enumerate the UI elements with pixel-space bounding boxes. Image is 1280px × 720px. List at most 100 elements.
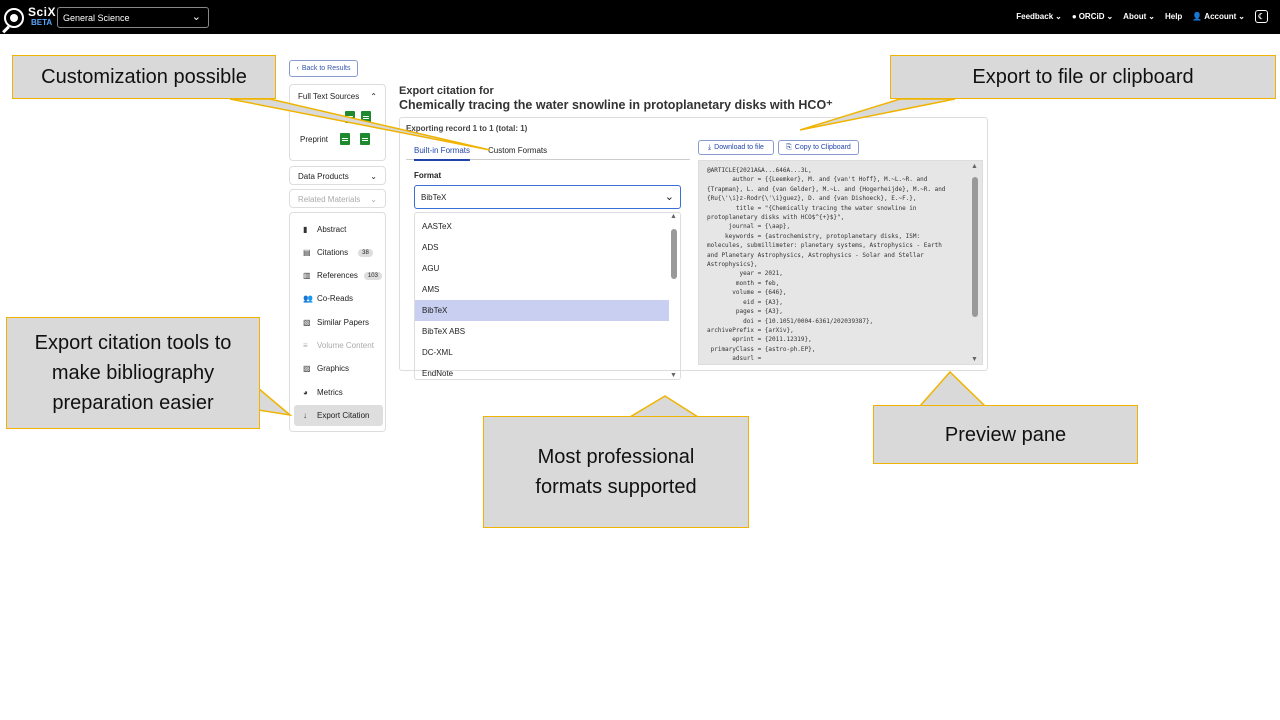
format-option[interactable]: AASTeX <box>415 216 669 237</box>
format-option[interactable]: EndNote <box>415 363 669 379</box>
back-to-results-button[interactable]: ‹ Back to Results <box>289 60 358 77</box>
copy-icon: ▧ <box>303 317 311 327</box>
format-select[interactable]: BibTeX ⌄ <box>414 185 681 209</box>
pdf-icon[interactable] <box>340 133 351 145</box>
callout-formats: Most professional formats supported <box>483 416 749 528</box>
format-list-scrollbar[interactable]: ▲ ▼ <box>670 213 678 379</box>
scroll-thumb[interactable] <box>972 177 978 317</box>
citations-icon: ▤ <box>303 247 311 257</box>
export-citation-heading: Export citation for <box>399 85 494 97</box>
related-materials-label: Related Materials <box>298 195 361 204</box>
citation-preview-pane[interactable]: @ARTICLE{2021A&A...646A...3L, author = {… <box>698 160 983 365</box>
callout-export-file: Export to file or clipboard <box>890 55 1276 99</box>
format-option[interactable]: DC-XML <box>415 342 669 363</box>
format-option-selected[interactable]: BibTeX <box>415 300 669 321</box>
format-option[interactable]: AGU <box>415 258 669 279</box>
html-icon[interactable] <box>361 111 371 123</box>
callout-preview: Preview pane <box>873 405 1138 464</box>
nav-export-citation[interactable]: ↓ Export Citation <box>294 405 383 426</box>
data-products-panel[interactable]: Data Products ⌄ <box>289 166 386 185</box>
callout-customization: Customization possible <box>12 55 276 99</box>
references-count: 103 <box>363 271 382 280</box>
preview-scrollbar[interactable]: ▲ ▼ <box>971 163 979 363</box>
references-icon: ▥ <box>303 270 311 280</box>
chevron-up-icon: ⌃ <box>370 92 377 101</box>
nav-label: Volume Content <box>317 341 374 350</box>
document-icon: ▮ <box>303 224 308 234</box>
nav-label: Graphics <box>317 364 350 373</box>
tab-built-in-formats[interactable]: Built-in Formats <box>414 146 471 161</box>
record-info: Exporting record 1 to 1 (total: 1) <box>406 124 528 133</box>
data-products-label: Data Products <box>298 172 349 181</box>
scix-logo[interactable]: SciX BETA <box>4 5 57 29</box>
about-label: About <box>1123 12 1147 21</box>
format-select-value: BibTeX <box>421 193 447 202</box>
account-menu[interactable]: 👤 Account ⌄ <box>1192 12 1245 21</box>
chevron-down-icon: ⌄ <box>370 195 377 204</box>
publisher-pdf-row <box>345 111 371 123</box>
nav-co-reads[interactable]: 👥 Co-Reads <box>294 288 383 309</box>
format-tabs: Built-in Formats Custom Formats <box>406 142 690 161</box>
nav-label: Similar Papers <box>317 318 370 327</box>
export-tools-pointer <box>257 386 293 417</box>
help-link[interactable]: Help <box>1165 12 1182 21</box>
format-option[interactable]: BibTeX ABS <box>415 321 669 342</box>
nav-label: Citations <box>317 248 349 257</box>
copy-to-clipboard-button[interactable]: ⎘ Copy to Clipboard <box>778 140 859 155</box>
nav-label: Abstract <box>317 225 347 234</box>
pdf-icon[interactable] <box>345 111 355 123</box>
chevron-down-icon: ⌄ <box>370 172 377 181</box>
nav-graphics[interactable]: ▨ Graphics <box>294 358 383 379</box>
chevron-left-icon: ‹ <box>296 65 299 72</box>
preview-pointer <box>918 370 987 407</box>
scroll-down-icon[interactable]: ▼ <box>971 356 978 363</box>
paper-title: Chemically tracing the water snowline in… <box>399 98 833 112</box>
nav-citations[interactable]: ▤ Citations 38 <box>294 242 383 263</box>
scroll-up-icon[interactable]: ▲ <box>670 213 677 220</box>
nav-label: Metrics <box>317 388 343 397</box>
tab-custom-formats[interactable]: Custom Formats <box>488 146 547 155</box>
account-label: Account <box>1204 12 1237 21</box>
download-icon: ⤓ <box>708 143 712 151</box>
nav-similar-papers[interactable]: ▧ Similar Papers <box>294 312 383 333</box>
citations-count: 38 <box>358 248 373 257</box>
nav-metrics[interactable]: ◕ Metrics <box>294 382 383 403</box>
download-to-file-button[interactable]: ⤓ Download to file <box>698 140 774 155</box>
html-icon[interactable] <box>360 133 371 145</box>
feedback-menu[interactable]: Feedback ⌄ <box>1016 12 1062 21</box>
discipline-value: General Science <box>63 13 130 23</box>
clipboard-icon: ⎘ <box>786 143 792 151</box>
theme-toggle-button[interactable]: ☾ <box>1255 10 1268 23</box>
discipline-select[interactable]: General Science ⌄ <box>57 7 209 28</box>
chevron-down-icon: ⌄ <box>1106 12 1114 21</box>
feedback-label: Feedback <box>1016 12 1054 21</box>
full-text-sources-header[interactable]: Full Text Sources ⌃ <box>290 85 385 108</box>
related-materials-panel: Related Materials ⌄ <box>289 189 386 208</box>
chevron-down-icon: ⌄ <box>191 11 201 23</box>
scroll-up-icon[interactable]: ▲ <box>971 163 978 170</box>
formats-pointer <box>627 395 701 418</box>
orcid-menu[interactable]: ● ORCiD ⌄ <box>1072 12 1113 21</box>
format-option[interactable]: AMS <box>415 279 669 300</box>
download-label: Download to file <box>714 144 764 151</box>
list-icon: ≡ <box>303 340 308 350</box>
format-option[interactable]: ADS <box>415 237 669 258</box>
arrow-down-icon: ↓ <box>303 410 307 420</box>
logo-text: SciX <box>28 5 57 19</box>
about-menu[interactable]: About ⌄ <box>1123 12 1155 21</box>
users-icon: 👥 <box>303 293 313 303</box>
orcid-label: ORCiD <box>1078 12 1105 21</box>
top-bar: SciX BETA General Science ⌄ Feedback ⌄ ● O… <box>0 0 1280 34</box>
full-text-sources-panel: Full Text Sources ⌃ Preprint <box>289 84 386 161</box>
nav-abstract[interactable]: ▮ Abstract <box>294 219 383 240</box>
logo-beta: BETA <box>31 18 53 27</box>
nav-references[interactable]: ▥ References 103 <box>294 265 383 286</box>
scroll-thumb[interactable] <box>671 229 677 279</box>
image-icon: ▨ <box>303 363 311 373</box>
abstract-nav: ▮ Abstract ▤ Citations 38 ▥ References 103 👥 C… <box>289 212 386 432</box>
help-label: Help <box>1164 12 1183 21</box>
chevron-down-icon: ⌄ <box>1148 12 1155 21</box>
chevron-down-icon: ⌄ <box>1238 12 1245 21</box>
scroll-down-icon[interactable]: ▼ <box>670 372 677 379</box>
format-options-list: AASTeX ADS AGU AMS BibTeX BibTeX ABS DC-… <box>414 212 681 380</box>
